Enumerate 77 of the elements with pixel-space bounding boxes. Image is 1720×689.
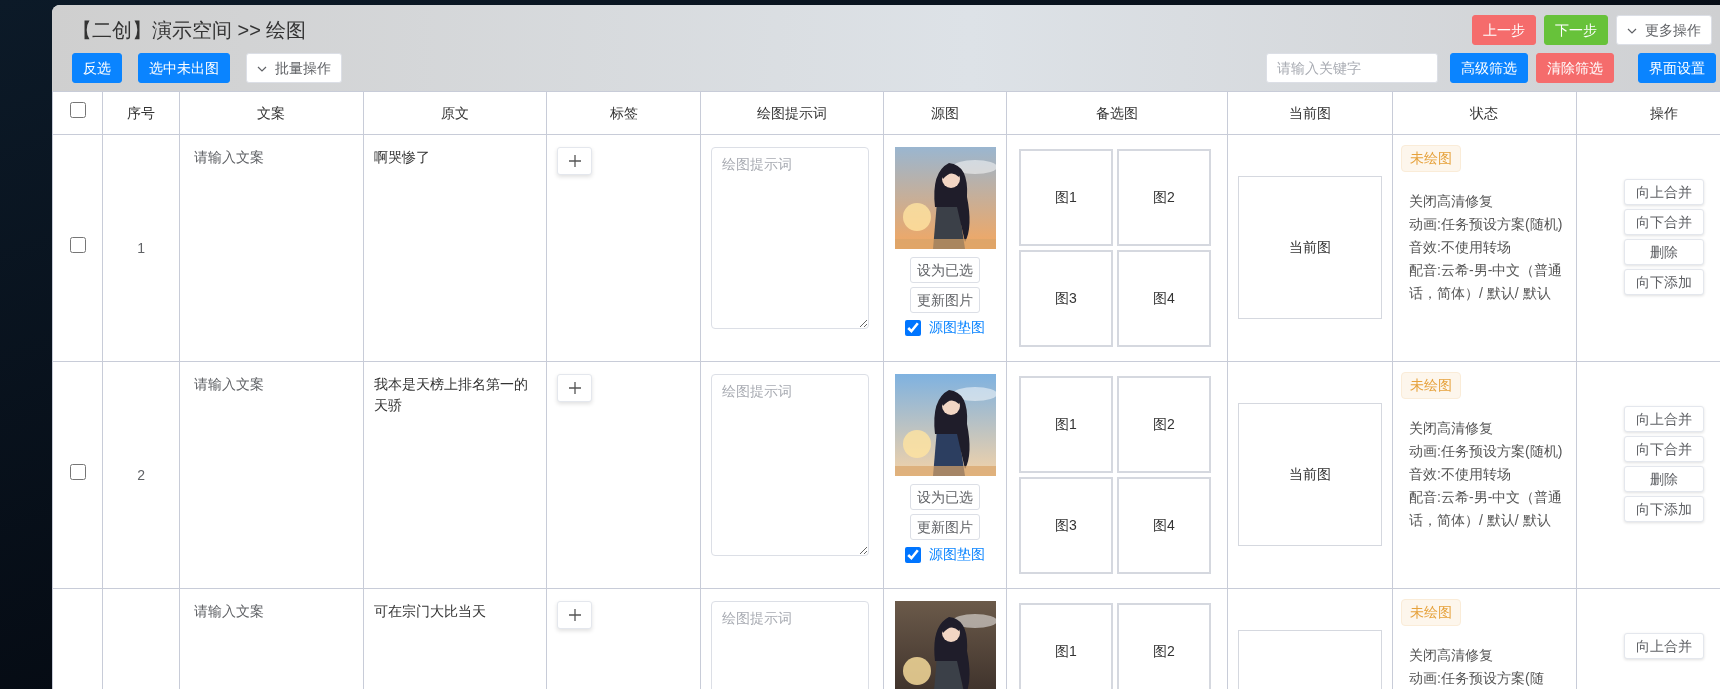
status-badge: 未绘图: [1401, 372, 1462, 399]
source-action-button[interactable]: 更新图片: [910, 287, 981, 313]
column-header: 文案: [257, 104, 286, 121]
base-checkbox[interactable]: [905, 319, 922, 336]
base-checkbox-label[interactable]: 源图垫图: [929, 317, 986, 338]
source-action-button[interactable]: 更新图片: [910, 514, 981, 540]
prompt-field[interactable]: 绘图提示词: [710, 374, 869, 556]
candidate-image-slot[interactable]: 图2: [1116, 376, 1211, 473]
candidate-image-slot[interactable]: 图3: [1018, 477, 1113, 574]
add-tag-button[interactable]: [557, 147, 593, 175]
column-header: 当前图: [1289, 104, 1331, 121]
status-text: 配音:云希-男-中文（普通话，简体）/ 默认/ 默认: [1409, 261, 1564, 303]
status-text: 音效:不使用转场: [1409, 238, 1512, 257]
candidate-image-slot[interactable]: 图2: [1116, 603, 1211, 689]
status-text: 音效:不使用转场: [1409, 465, 1512, 484]
status-badge: 未绘图: [1401, 145, 1462, 172]
column-header: 原文: [441, 104, 470, 121]
filter-button[interactable]: 高级筛选: [1450, 53, 1528, 83]
column-header: 状态: [1470, 104, 1499, 121]
row-action-button[interactable]: 向下合并: [1623, 436, 1704, 462]
source-action-button[interactable]: 设为已选: [910, 257, 981, 283]
select-all-checkbox[interactable]: [69, 102, 86, 118]
prompt-field[interactable]: 绘图提示词: [710, 601, 869, 689]
more-dropdown-button[interactable]: 更多操作: [1616, 15, 1712, 45]
row-checkbox[interactable]: [69, 237, 86, 253]
status-text: 关闭高清修复: [1409, 419, 1495, 438]
select-button[interactable]: 反选: [72, 53, 122, 83]
status-text: 关闭高清修复: [1409, 646, 1495, 665]
candidate-image-slot[interactable]: 图1: [1018, 603, 1113, 689]
search-field[interactable]: 请输入关键字: [1266, 53, 1438, 83]
plus-icon: [567, 154, 582, 168]
current-image-slot[interactable]: 当前图: [1238, 176, 1382, 319]
row-action-button[interactable]: 向上合并: [1623, 179, 1704, 205]
prompt-field[interactable]: 绘图提示词: [710, 147, 869, 329]
row-action-button[interactable]: 删除: [1623, 466, 1704, 492]
base-checkbox-label[interactable]: 源图垫图: [929, 544, 986, 565]
status-text: 动画:任务预设方案(随: [1409, 669, 1545, 688]
column-header: 源图: [931, 104, 960, 121]
column-header: 绘图提示词: [757, 104, 827, 121]
row-action-button[interactable]: 向下合并: [1623, 209, 1704, 235]
filter-button[interactable]: 界面设置: [1638, 53, 1716, 83]
row-number: 1: [137, 239, 145, 256]
page-title: 【二创】演示空间 >> 绘图: [72, 18, 307, 43]
source-action-button[interactable]: 设为已选: [910, 484, 981, 510]
batch-dropdown-button[interactable]: 批量操作: [246, 53, 342, 83]
add-tag-button[interactable]: [557, 601, 593, 629]
column-header: 操作: [1649, 104, 1678, 121]
row-action-button[interactable]: 向下添加: [1623, 496, 1704, 522]
status-text: 动画:任务预设方案(随机): [1409, 215, 1564, 234]
candidate-image-slot[interactable]: 图1: [1018, 376, 1113, 473]
row-number: 2: [137, 466, 145, 483]
original-text: 啊哭惨了: [373, 148, 431, 167]
status-badge: 未绘图: [1401, 599, 1462, 626]
row-action-button[interactable]: 删除: [1623, 239, 1704, 265]
status-text: 动画:任务预设方案(随机): [1409, 442, 1564, 461]
select-button[interactable]: 选中未出图: [138, 53, 230, 83]
candidate-image-slot[interactable]: 图4: [1116, 250, 1211, 347]
row-action-button[interactable]: 向下添加: [1623, 269, 1704, 295]
status-text: 关闭高清修复: [1409, 192, 1495, 211]
row-checkbox[interactable]: [69, 464, 86, 480]
base-checkbox[interactable]: [905, 546, 922, 563]
candidate-image-slot[interactable]: 图2: [1116, 149, 1211, 246]
row-action-button[interactable]: 向上合并: [1623, 406, 1704, 432]
current-image-slot[interactable]: 当前图: [1238, 403, 1382, 546]
column-header: 标签: [609, 104, 638, 121]
row-action-button[interactable]: 向上合并: [1623, 633, 1704, 659]
candidate-image-slot[interactable]: 图4: [1116, 477, 1211, 574]
plus-icon: [567, 608, 582, 622]
add-tag-button[interactable]: [557, 374, 593, 402]
original-text: 我本是天榜上排名第一的天骄: [373, 375, 529, 415]
plus-icon: [567, 381, 582, 395]
column-header: 序号: [127, 104, 156, 121]
original-text: 可在宗门大比当天: [373, 602, 487, 621]
column-header: 备选图: [1095, 104, 1138, 121]
candidate-image-slot[interactable]: 图3: [1018, 250, 1113, 347]
candidate-image-slot[interactable]: 图1: [1018, 149, 1113, 246]
status-text: 配音:云希-男-中文（普通话，简体）/ 默认/ 默认: [1409, 488, 1564, 530]
